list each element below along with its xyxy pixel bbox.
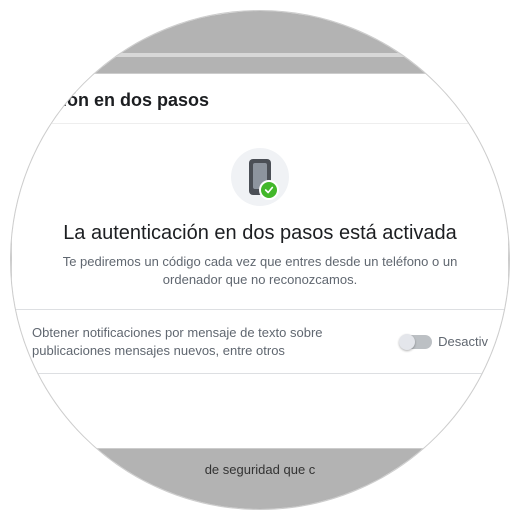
panel-title: cación en dos pasos [12,74,508,124]
status-description: Te pediremos un código cada vez que entr… [12,253,508,309]
sms-notification-text: Obtener notificaciones por mensaje de te… [32,324,384,359]
toggle-knob [399,334,415,350]
sms-notification-toggle[interactable] [400,335,432,349]
status-title: La autenticación en dos pasos está activ… [12,218,508,253]
divider [12,373,508,374]
phone-check-icon [231,148,289,206]
status-icon-wrap [12,124,508,218]
two-factor-panel: cación en dos pasos La autenticación en … [11,73,509,449]
toggle-state-label: Desactiv [438,334,488,349]
footer-text-fragment: de seguridad que c [11,462,509,477]
sms-notification-row: Obtener notificaciones por mensaje de te… [12,310,508,373]
check-icon [259,180,279,200]
